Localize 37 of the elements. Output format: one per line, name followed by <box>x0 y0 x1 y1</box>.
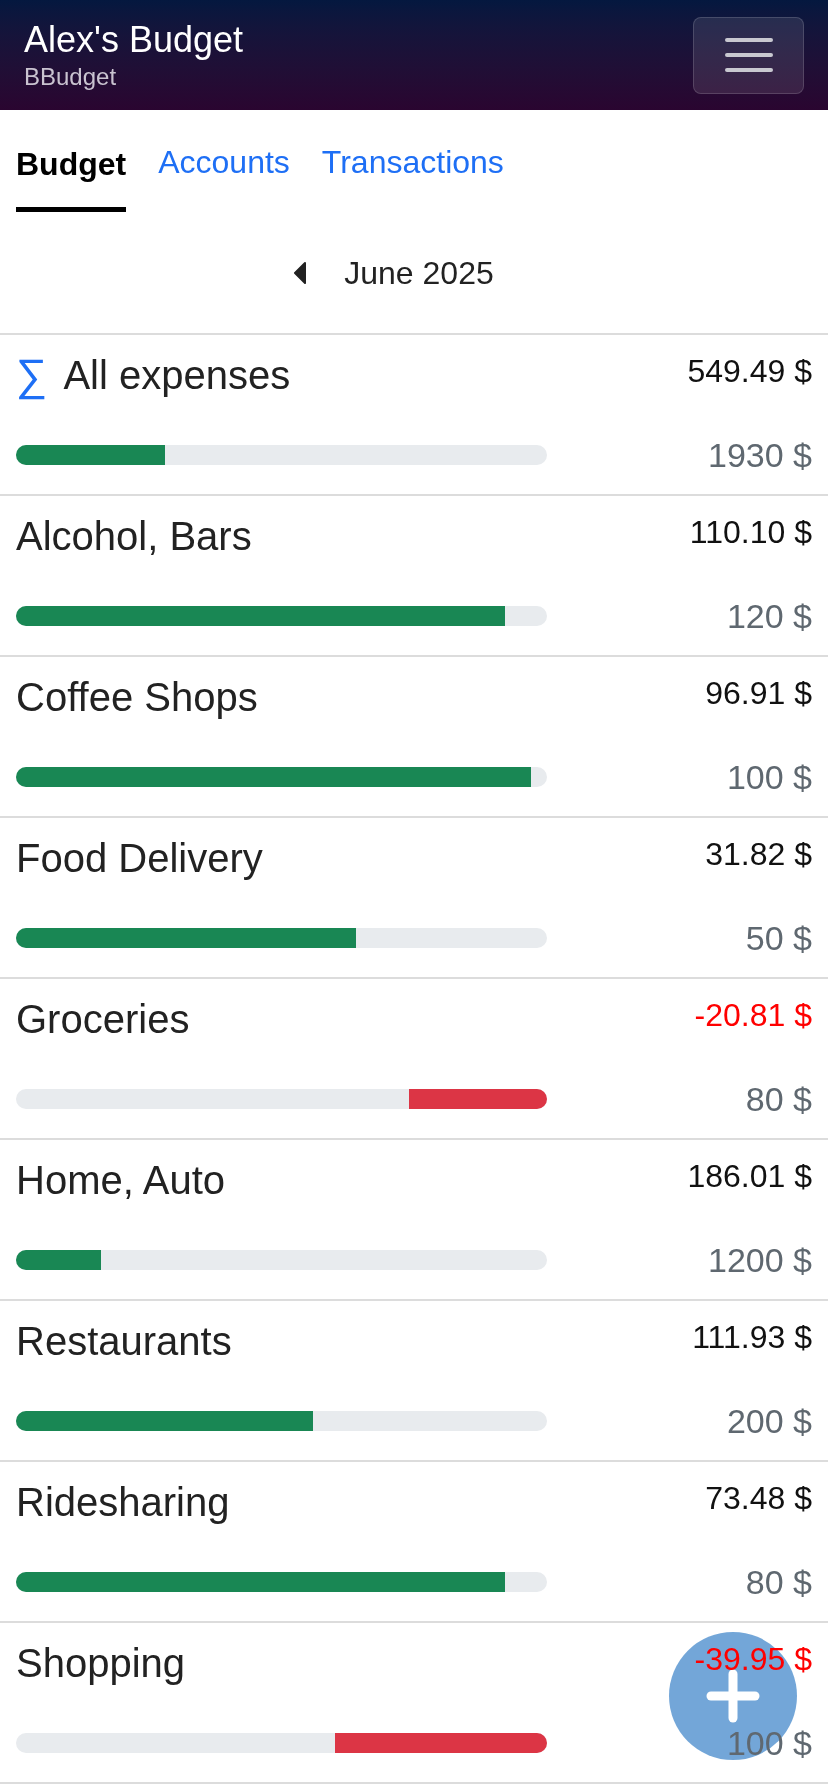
category-name[interactable]: Alcohol, Bars <box>16 510 252 562</box>
category-name[interactable]: Ridesharing <box>16 1476 230 1528</box>
budget-amount: 80 $ <box>745 1079 812 1119</box>
category-name[interactable]: Home, Auto <box>16 1154 225 1206</box>
budget-amount: 100 $ <box>726 757 812 797</box>
remaining-amount: 31.82 $ <box>705 835 812 874</box>
category-name[interactable]: All expenses <box>63 349 291 401</box>
sum-icon: ∑ <box>16 349 48 401</box>
tab[interactable]: Transactions <box>321 143 504 212</box>
remaining-amount: 111.93 $ <box>692 1318 812 1357</box>
budget-amount: 80 $ <box>745 1562 812 1602</box>
budget-amount: 50 $ <box>745 918 812 958</box>
budget-amount: 200 $ <box>726 1401 812 1441</box>
app-title: Alex's Budget <box>24 18 243 62</box>
month-label: June 2025 <box>344 253 494 293</box>
budget-amount: 1930 $ <box>708 435 812 475</box>
remaining-amount: 549.49 $ <box>687 352 812 391</box>
remaining-amount: -20.81 $ <box>694 996 812 1035</box>
remaining-amount: 110.10 $ <box>689 513 812 552</box>
remaining-amount: 96.91 $ <box>705 674 812 713</box>
budget-amount: 1200 $ <box>708 1240 812 1280</box>
remaining-amount: 186.01 $ <box>687 1157 812 1196</box>
category-name[interactable]: Groceries <box>16 993 190 1045</box>
tab[interactable]: Accounts <box>158 143 290 212</box>
category-name[interactable]: Shopping <box>16 1637 186 1689</box>
budget-amount: 120 $ <box>726 596 812 636</box>
plus-icon <box>706 1669 760 1723</box>
caret-left-icon <box>293 261 308 284</box>
category-name[interactable]: Coffee Shops <box>16 671 258 723</box>
remaining-amount: -39.95 $ <box>694 1640 812 1679</box>
app-subtitle: BBudget <box>24 62 118 92</box>
menu-icon <box>724 37 773 73</box>
tab[interactable]: Budget <box>16 145 127 212</box>
remaining-amount: 73.48 $ <box>705 1479 812 1518</box>
menu-button[interactable] <box>693 16 804 94</box>
category-name[interactable]: Restaurants <box>16 1315 232 1367</box>
category-name[interactable]: Food Delivery <box>16 832 263 884</box>
